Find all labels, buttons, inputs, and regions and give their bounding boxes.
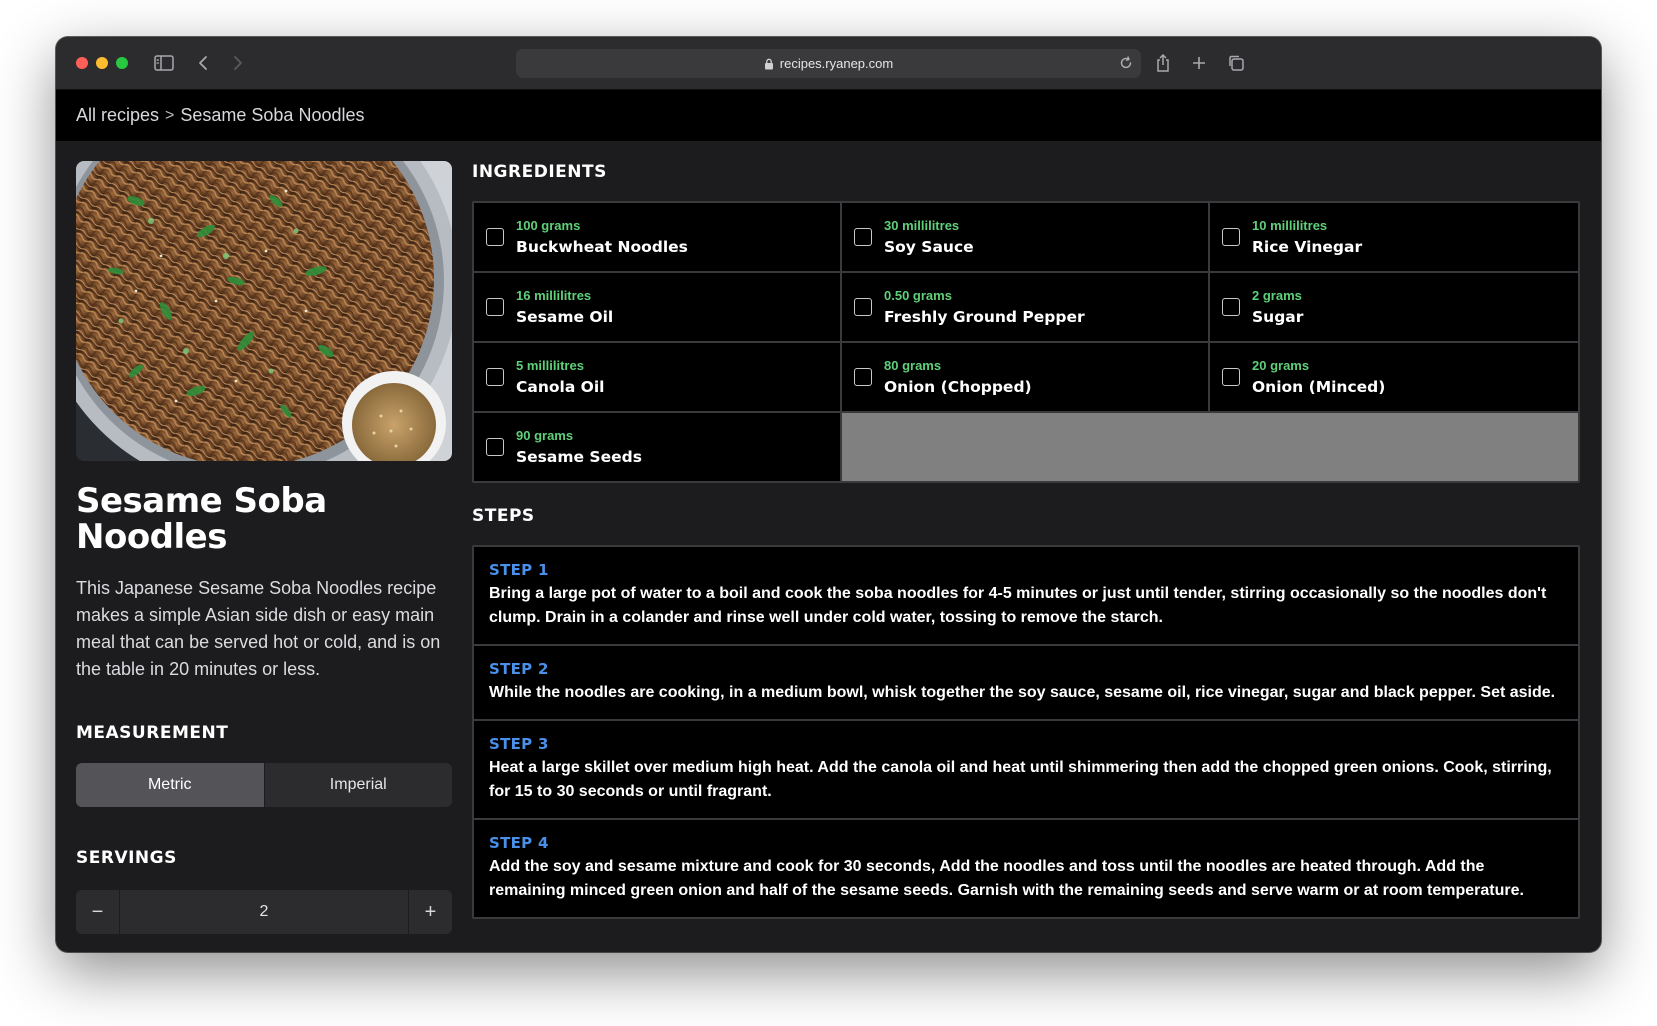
browser-toolbar: recipes.ryanep.com	[56, 37, 1601, 90]
recipe-photo	[76, 161, 452, 461]
breadcrumb-current: Sesame Soba Noodles	[180, 105, 365, 125]
ingredient-checkbox[interactable]	[486, 298, 504, 316]
step-text: Add the soy and sesame mixture and cook …	[489, 858, 1524, 899]
steps-list: STEP 1 Bring a large pot of water to a b…	[472, 545, 1580, 919]
ingredient-checkbox[interactable]	[854, 228, 872, 246]
ingredient-item[interactable]: 100 grams Buckwheat Noodles	[474, 203, 842, 273]
steps-heading: STEPS	[472, 506, 535, 526]
step-label: STEP 2	[489, 660, 549, 678]
metric-option[interactable]: Metric	[76, 763, 264, 807]
reload-icon[interactable]	[1119, 56, 1133, 73]
share-icon[interactable]	[1152, 50, 1174, 76]
ingredient-quantity: 0.50 grams	[884, 288, 952, 303]
tab-overview-icon[interactable]	[1224, 50, 1248, 76]
measurement-heading: MEASUREMENT	[76, 723, 229, 743]
lock-icon	[764, 58, 774, 70]
breadcrumb-separator: >	[165, 106, 175, 124]
ingredient-name: Soy Sauce	[884, 238, 974, 256]
ingredient-name: Sesame Oil	[516, 308, 614, 326]
ingredient-quantity: 5 millilitres	[516, 358, 584, 373]
ingredient-quantity: 16 millilitres	[516, 288, 592, 303]
ingredient-item[interactable]: 20 grams Onion (Minced)	[1210, 343, 1578, 413]
forward-icon[interactable]	[228, 50, 248, 76]
imperial-option[interactable]: Imperial	[265, 763, 453, 807]
ingredient-quantity: 100 grams	[516, 218, 581, 233]
ingredient-name: Onion (Chopped)	[884, 378, 1032, 396]
close-window-button[interactable]	[76, 57, 88, 69]
step-label: STEP 3	[489, 735, 549, 753]
address-bar[interactable]: recipes.ryanep.com	[516, 49, 1141, 78]
ingredient-name: Sesame Seeds	[516, 448, 642, 466]
step-text: Heat a large skillet over medium high he…	[489, 759, 1552, 800]
ingredient-item[interactable]: 5 millilitres Canola Oil	[474, 343, 842, 413]
recipe-sidebar: Sesame Soba Noodles This Japanese Sesame…	[76, 161, 452, 683]
browser-window: recipes.ryanep.com All recipes > Sesame …	[56, 37, 1601, 952]
ingredient-item[interactable]: 2 grams Sugar	[1210, 273, 1578, 343]
new-tab-icon[interactable]	[1188, 50, 1210, 76]
ingredient-name: Rice Vinegar	[1252, 238, 1363, 256]
step-label: STEP 4	[489, 834, 549, 852]
ingredient-name: Canola Oil	[516, 378, 605, 396]
recipe-title: Sesame Soba Noodles	[76, 481, 327, 557]
step-text: While the noodles are cooking, in a medi…	[489, 684, 1556, 701]
decrement-servings-button[interactable]: −	[76, 890, 119, 934]
ingredient-item[interactable]: 80 grams Onion (Chopped)	[842, 343, 1210, 413]
recipe-description: This Japanese Sesame Soba Noodles recipe…	[76, 578, 441, 679]
ingredients-heading: INGREDIENTS	[472, 162, 607, 182]
ingredient-item[interactable]: 30 millilitres Soy Sauce	[842, 203, 1210, 273]
ingredients-grid: 100 grams Buckwheat Noodles 30 millilitre…	[472, 201, 1580, 483]
ingredient-item[interactable]: 16 millilitres Sesame Oil	[474, 273, 842, 343]
step-item: STEP 2 While the noodles are cooking, in…	[474, 646, 1578, 721]
servings-value[interactable]: 2	[119, 890, 409, 934]
url-text: recipes.ryanep.com	[779, 56, 894, 71]
ingredient-checkbox[interactable]	[854, 298, 872, 316]
servings-heading: SERVINGS	[76, 848, 177, 868]
ingredient-checkbox[interactable]	[486, 228, 504, 246]
ingredient-item[interactable]: 10 millilitres Rice Vinegar	[1210, 203, 1578, 273]
minimize-window-button[interactable]	[96, 57, 108, 69]
ingredient-checkbox[interactable]	[486, 438, 504, 456]
zoom-window-button[interactable]	[116, 57, 128, 69]
ingredient-name: Freshly Ground Pepper	[884, 308, 1085, 326]
step-item: STEP 4 Add the soy and sesame mixture an…	[474, 820, 1578, 917]
ingredient-quantity: 2 grams	[1252, 288, 1302, 303]
increment-servings-button[interactable]: +	[409, 890, 452, 934]
ingredient-checkbox[interactable]	[1222, 368, 1240, 386]
step-item: STEP 1 Bring a large pot of water to a b…	[474, 547, 1578, 646]
ingredient-checkbox[interactable]	[486, 368, 504, 386]
ingredient-item[interactable]: 0.50 grams Freshly Ground Pepper	[842, 273, 1210, 343]
ingredient-checkbox[interactable]	[1222, 228, 1240, 246]
ingredient-checkbox[interactable]	[854, 368, 872, 386]
ingredient-quantity: 30 millilitres	[884, 218, 960, 233]
step-label: STEP 1	[489, 561, 549, 579]
ingredient-checkbox[interactable]	[1222, 298, 1240, 316]
ingredient-quantity: 20 grams	[1252, 358, 1310, 373]
ingredient-item[interactable]: 90 grams Sesame Seeds	[474, 413, 842, 483]
ingredient-name: Buckwheat Noodles	[516, 238, 688, 256]
ingredient-quantity: 10 millilitres	[1252, 218, 1328, 233]
step-text: Bring a large pot of water to a boil and…	[489, 585, 1547, 626]
breadcrumb: All recipes > Sesame Soba Noodles	[56, 90, 1601, 141]
servings-stepper: − 2 +	[76, 890, 452, 934]
measurement-toggle: Metric Imperial	[76, 763, 452, 807]
sidebar-toggle-icon[interactable]	[151, 50, 177, 76]
step-item: STEP 3 Heat a large skillet over medium …	[474, 721, 1578, 820]
ingredient-name: Sugar	[1252, 308, 1304, 326]
back-icon[interactable]	[193, 50, 213, 76]
breadcrumb-all-recipes-link[interactable]: All recipes	[76, 105, 159, 126]
ingredient-quantity: 90 grams	[516, 428, 574, 443]
ingredient-name: Onion (Minced)	[1252, 378, 1386, 396]
ingredient-quantity: 80 grams	[884, 358, 942, 373]
